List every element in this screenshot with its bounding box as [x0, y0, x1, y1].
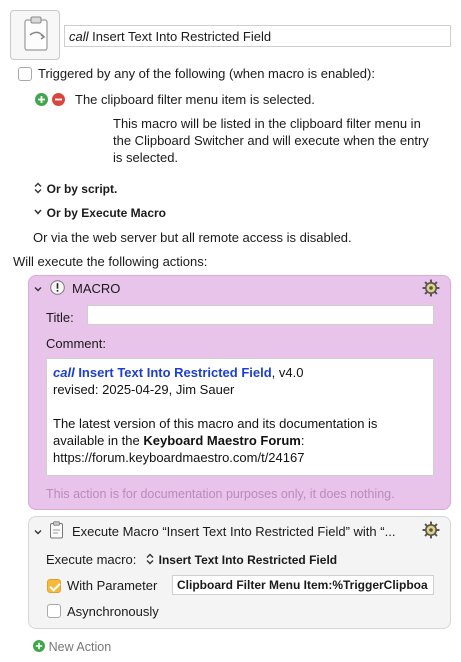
trigger-description-line: is selected. — [113, 150, 179, 165]
macro-name: Insert Text Into Restricted Field — [92, 29, 272, 44]
comment-line-forum: available in the Keyboard Maestro Forum: — [53, 432, 427, 449]
chevron-down-icon — [34, 287, 42, 292]
or-by-execute-macro-toggle[interactable]: Or by Execute Macro — [33, 205, 166, 220]
execute-macro-action[interactable]: Execute Macro “Insert Text Into Restrict… — [28, 516, 451, 629]
macro-group-icon[interactable] — [10, 10, 60, 60]
comment-para-end: : — [300, 433, 305, 448]
comment-revised: revised: 2025-04-29, Jim Sauer — [53, 382, 235, 397]
macro-name-field[interactable]: call Insert Text Into Restricted Field — [64, 25, 451, 47]
exclamation-icon — [50, 280, 65, 298]
updown-chevron-icon — [146, 553, 154, 565]
execute-macro-popup[interactable]: Insert Text Into Restricted Field — [145, 552, 337, 567]
comment-field[interactable]: call Insert Text Into Restricted Field, … — [46, 358, 434, 476]
documentation-note: This action is for documentation purpose… — [46, 487, 395, 501]
with-parameter-label: With Parameter — [67, 578, 158, 593]
title-label: Title: — [46, 310, 74, 325]
asynchronously-label: Asynchronously — [67, 604, 159, 619]
minus-icon — [55, 98, 62, 101]
updown-chevron-icon — [34, 182, 42, 194]
or-by-script-label: Or by script. — [46, 182, 118, 196]
title-field[interactable] — [87, 305, 434, 325]
or-by-script-toggle[interactable]: Or by script. — [33, 181, 117, 196]
forum-url: https://forum.keyboardmaestro.com/t/2416… — [53, 450, 305, 465]
trigger-description-line: the Clipboard Switcher and will execute … — [113, 133, 429, 148]
or-by-execute-macro-label: Or by Execute Macro — [46, 206, 167, 220]
trigger-description-line: This macro will be listed in the clipboa… — [113, 116, 421, 131]
action-title: MACRO — [72, 281, 121, 296]
with-parameter-checkbox[interactable] — [47, 579, 61, 593]
action-title: Execute Macro “Insert Text Into Restrict… — [72, 524, 396, 539]
comment-macro-name: Insert Text Into Restricted Field — [78, 365, 272, 380]
comment-version: , v4.0 — [271, 365, 304, 380]
disclosure-toggle[interactable] — [33, 282, 43, 297]
trigger-label: Triggered by any of the following (when … — [38, 66, 375, 81]
forum-name: Keyboard Maestro Forum — [143, 433, 301, 448]
plus-icon — [33, 640, 45, 652]
call-prefix: call — [69, 29, 89, 44]
plus-icon — [38, 96, 45, 103]
macro-document-icon — [49, 521, 64, 542]
comment-call-word: call — [53, 365, 75, 380]
chevron-down-icon — [34, 530, 42, 535]
comment-label: Comment: — [46, 336, 106, 351]
execute-macro-label: Execute macro: — [46, 552, 137, 567]
comment-para-mid: available in the — [53, 433, 144, 448]
comment-line-title: call Insert Text Into Restricted Field, … — [53, 364, 427, 381]
remove-trigger-button[interactable] — [52, 93, 65, 106]
new-action-button[interactable]: New Action — [33, 639, 111, 654]
disclosure-toggle[interactable] — [33, 525, 43, 540]
actions-heading: Will execute the following actions: — [13, 254, 208, 269]
clipboard-icon — [24, 16, 48, 51]
trigger-item-label: The clipboard filter menu item is select… — [75, 92, 315, 107]
parameter-field[interactable]: Clipboard Filter Menu Item:%TriggerClipb… — [172, 575, 434, 595]
gear-icon[interactable] — [422, 279, 440, 297]
asynchronously-checkbox[interactable] — [47, 604, 61, 618]
trigger-enabled-checkbox[interactable] — [18, 67, 32, 81]
web-server-note: Or via the web server but all remote acc… — [33, 230, 352, 245]
comment-para-start: The latest version of this macro and its… — [53, 416, 378, 431]
add-trigger-button[interactable] — [35, 93, 48, 106]
new-action-label: New Action — [48, 640, 112, 654]
execute-macro-value: Insert Text Into Restricted Field — [158, 553, 338, 567]
gear-icon[interactable] — [422, 521, 440, 539]
chevron-down-icon — [34, 209, 42, 215]
comment-action[interactable]: MACRO Title: Comment: call Insert Text I… — [28, 275, 451, 510]
